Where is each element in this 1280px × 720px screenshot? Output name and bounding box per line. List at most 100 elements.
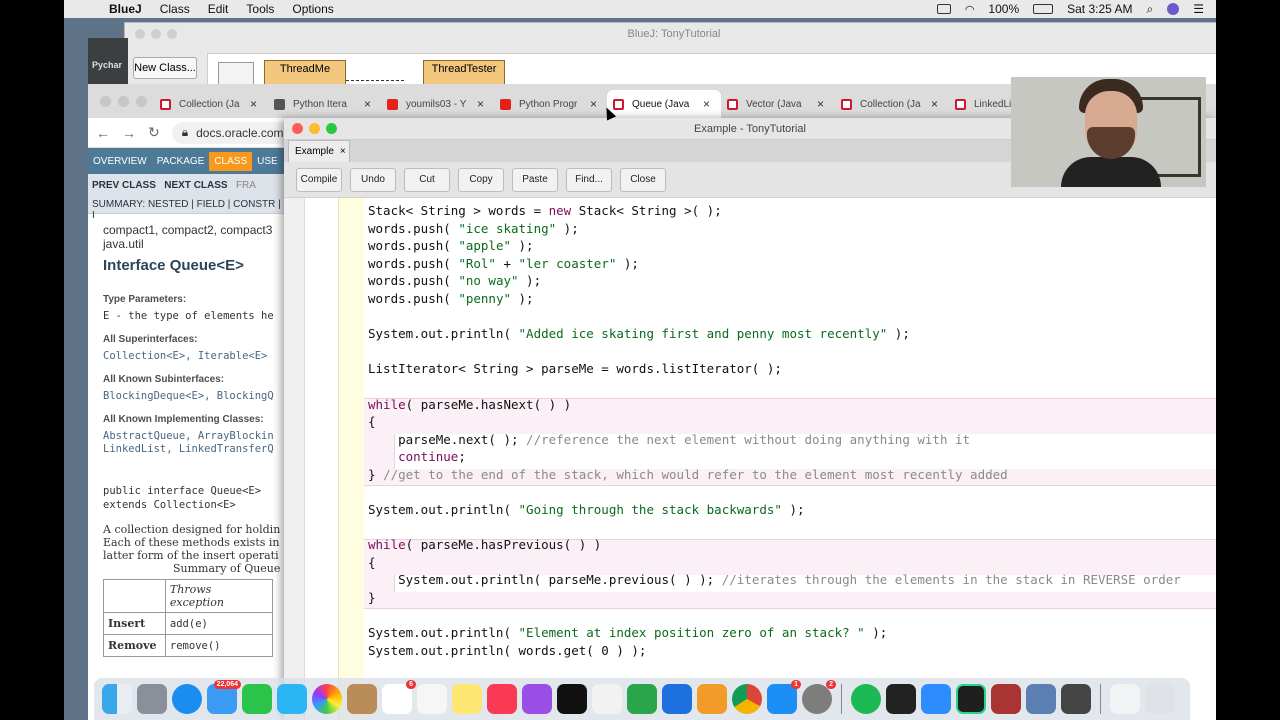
- bluej-icon[interactable]: [1026, 684, 1056, 714]
- browser-tab[interactable]: youmils03 - Y ×: [381, 90, 495, 118]
- next-class-link[interactable]: NEXT CLASS: [164, 180, 227, 191]
- implementing-classes-links-2[interactable]: LinkedList, LinkedTransferQ: [103, 443, 274, 455]
- code-line[interactable]: words.push( "penny" );: [368, 290, 1181, 308]
- code-line[interactable]: } //get to the end of the stack, which w…: [368, 466, 1181, 484]
- zoom-icon[interactable]: [921, 684, 951, 714]
- chrome-icon[interactable]: [732, 684, 762, 714]
- spotify-icon[interactable]: [851, 684, 881, 714]
- code-line[interactable]: while( parseMe.hasPrevious( ) ): [368, 536, 1181, 554]
- numbers-icon[interactable]: [627, 684, 657, 714]
- menu-edit[interactable]: Edit: [199, 2, 238, 16]
- code-line[interactable]: words.push( "Rol" + "ler coaster" );: [368, 255, 1181, 273]
- close-tab-icon[interactable]: ×: [340, 146, 346, 157]
- implementing-classes-links[interactable]: AbstractQueue, ArrayBlockin: [103, 430, 274, 442]
- mail-icon[interactable]: 22,064: [207, 680, 241, 714]
- podcasts-icon[interactable]: [522, 684, 552, 714]
- code-line[interactable]: while( parseMe.hasNext( ) ): [368, 396, 1181, 414]
- facetime-icon[interactable]: [242, 684, 272, 714]
- browser-tab-active[interactable]: Queue (Java ×: [607, 90, 721, 118]
- nav-use[interactable]: USE: [252, 156, 283, 167]
- browser-tab[interactable]: Collection (Ja ×: [835, 90, 949, 118]
- trash-icon[interactable]: [1145, 684, 1175, 714]
- close-tab-icon[interactable]: ×: [703, 97, 715, 111]
- close-tab-icon[interactable]: ×: [477, 97, 489, 111]
- prev-class-link[interactable]: PREV CLASS: [92, 180, 156, 191]
- code-line[interactable]: [368, 484, 1181, 502]
- clapperboard-icon[interactable]: [1061, 684, 1091, 714]
- code-line[interactable]: }: [368, 589, 1181, 607]
- launchpad-icon[interactable]: [137, 684, 167, 714]
- siri-icon[interactable]: [1167, 3, 1180, 15]
- code-line[interactable]: ListIterator< String > parseMe = words.l…: [368, 360, 1181, 378]
- close-button[interactable]: Close: [620, 167, 666, 192]
- code-line[interactable]: words.push( "apple" );: [368, 237, 1181, 255]
- dictionary-icon[interactable]: [991, 684, 1021, 714]
- terminal-icon[interactable]: [886, 684, 916, 714]
- close-window-icon[interactable]: [292, 123, 303, 134]
- code-line[interactable]: [368, 308, 1181, 326]
- reminders-icon[interactable]: [417, 684, 447, 714]
- app-store-icon[interactable]: 1: [767, 680, 801, 714]
- compile-button[interactable]: Compile: [296, 167, 342, 192]
- code-line[interactable]: System.out.println( "Going through the s…: [368, 501, 1181, 519]
- wifi-icon[interactable]: ◠: [965, 3, 975, 16]
- code-line[interactable]: System.out.println( parseMe.previous( ) …: [368, 571, 1181, 589]
- code-line[interactable]: [368, 378, 1181, 396]
- pycharm-icon[interactable]: [956, 684, 986, 714]
- package-name[interactable]: java.util: [103, 237, 273, 251]
- browser-tab[interactable]: Collection (Ja ×: [154, 90, 268, 118]
- new-class-button[interactable]: New Class...: [133, 57, 197, 79]
- zoom-window-icon[interactable]: [326, 123, 337, 134]
- code-line[interactable]: Stack< String > words = new Stack< Strin…: [368, 202, 1181, 220]
- system-preferences-icon[interactable]: 2: [802, 680, 836, 714]
- finder-icon[interactable]: [102, 684, 132, 714]
- forward-icon[interactable]: →: [122, 125, 136, 141]
- keynote-icon[interactable]: [662, 684, 692, 714]
- close-tab-icon[interactable]: ×: [817, 97, 829, 111]
- code-line[interactable]: System.out.println( "Element at index po…: [368, 624, 1181, 642]
- browser-tab[interactable]: Python Progr ×: [494, 90, 608, 118]
- code-line[interactable]: [368, 343, 1181, 361]
- news-icon[interactable]: [592, 684, 622, 714]
- copy-button[interactable]: Copy: [458, 167, 504, 192]
- calendar-icon[interactable]: 6: [382, 680, 416, 714]
- menu-clock[interactable]: Sat 3:25 AM: [1067, 2, 1132, 16]
- cut-button[interactable]: Cut: [404, 167, 450, 192]
- code-line[interactable]: {: [368, 413, 1181, 431]
- code-line[interactable]: words.push( "ice skating" );: [368, 220, 1181, 238]
- back-icon[interactable]: ←: [96, 125, 110, 141]
- close-tab-icon[interactable]: ×: [590, 97, 602, 111]
- battery-icon[interactable]: [1033, 4, 1054, 14]
- apple-tv-icon[interactable]: [557, 684, 587, 714]
- nav-overview[interactable]: OVERVIEW: [88, 156, 152, 167]
- control-center-icon[interactable]: ☰: [1193, 2, 1204, 16]
- code-line[interactable]: continue;: [368, 448, 1181, 466]
- menu-class[interactable]: Class: [151, 2, 199, 16]
- editor-tab-example[interactable]: Example ×: [288, 140, 350, 162]
- code-editor[interactable]: Stack< String > words = new Stack< Strin…: [284, 198, 1216, 720]
- menu-tools[interactable]: Tools: [237, 2, 283, 16]
- screen-mirroring-icon[interactable]: [936, 4, 951, 14]
- undo-button[interactable]: Undo: [350, 167, 396, 192]
- code-line[interactable]: System.out.println( "Added ice skating f…: [368, 325, 1181, 343]
- contacts-icon[interactable]: [347, 684, 377, 714]
- paste-button[interactable]: Paste: [512, 167, 558, 192]
- menu-options[interactable]: Options: [283, 2, 342, 16]
- minimize-window-icon[interactable]: [309, 123, 320, 134]
- close-tab-icon[interactable]: ×: [364, 97, 376, 111]
- table-row-method[interactable]: add(e): [164, 612, 274, 635]
- music-icon[interactable]: [487, 684, 517, 714]
- pages-icon[interactable]: [697, 684, 727, 714]
- find-button[interactable]: Find...: [566, 167, 612, 192]
- browser-tab[interactable]: Python Itera ×: [268, 90, 382, 118]
- nav-package[interactable]: PACKAGE: [152, 156, 210, 167]
- code-line[interactable]: parseMe.next( ); //reference the next el…: [368, 431, 1181, 449]
- close-tab-icon[interactable]: ×: [250, 97, 262, 111]
- frames-link[interactable]: FRA: [236, 180, 256, 191]
- code-line[interactable]: {: [368, 554, 1181, 572]
- code-line[interactable]: [368, 607, 1181, 625]
- javadoc-summary-links[interactable]: SUMMARY: NESTED | FIELD | CONSTR | I: [88, 196, 288, 221]
- browser-tab[interactable]: Vector (Java ×: [721, 90, 835, 118]
- superinterfaces-links[interactable]: Collection<E>, Iterable<E>: [103, 350, 273, 362]
- photos-icon[interactable]: [312, 684, 342, 714]
